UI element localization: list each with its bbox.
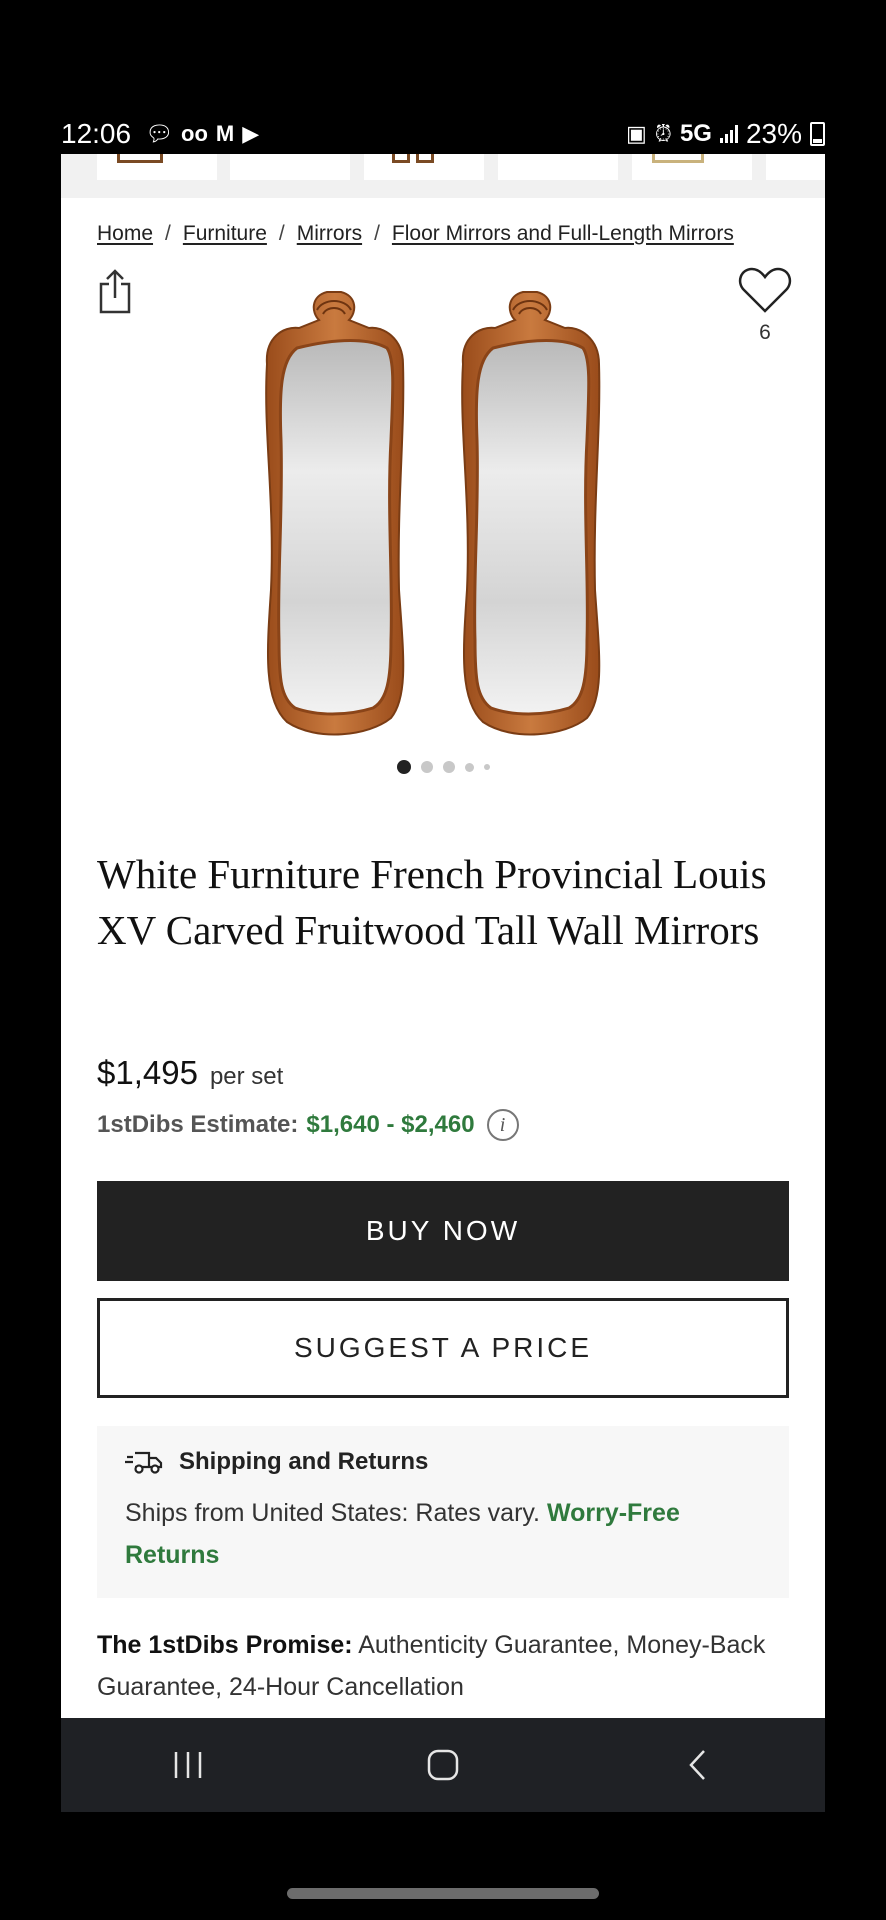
carousel-dots[interactable] — [61, 760, 825, 774]
thumbnail[interactable] — [766, 154, 825, 180]
breadcrumb: Home / Furniture / Mirrors / Floor Mirrors and… — [97, 222, 734, 245]
chat-notification-icon: 💬︎ — [145, 121, 174, 146]
breadcrumb-home[interactable]: Home — [97, 222, 153, 245]
home-button[interactable] — [413, 1735, 473, 1795]
thumbnail[interactable] — [364, 154, 484, 180]
thumbnail[interactable] — [632, 154, 752, 180]
carousel-dot[interactable] — [442, 761, 455, 773]
suggest-price-button[interactable]: SUGGEST A PRICE — [97, 1298, 789, 1398]
product-title: White Furniture French Provincial Louis … — [97, 851, 767, 953]
back-button[interactable] — [668, 1735, 728, 1795]
favorite-button[interactable]: 6 — [737, 266, 793, 345]
recent-apps-button[interactable] — [158, 1735, 218, 1795]
carousel-dot[interactable] — [464, 762, 474, 772]
alarm-icon: ⏰︎ — [654, 121, 672, 146]
gesture-bar[interactable] — [287, 1888, 599, 1899]
network-type: 5G — [679, 120, 712, 147]
status-right: ▣ ⏰︎ 5G 23% — [626, 118, 825, 150]
product-image-mirrors[interactable] — [257, 290, 637, 740]
youtube-icon: ▶︎ — [242, 121, 260, 146]
carousel-dot[interactable] — [483, 764, 490, 770]
mirror-right — [461, 291, 601, 736]
carousel-dot[interactable] — [396, 760, 411, 774]
shipping-card: Shipping and Returns Ships from United S… — [97, 1426, 789, 1598]
product-page: Home / Furniture / Mirrors / Floor Mirrors and… — [61, 154, 825, 1718]
mirror-left — [265, 291, 405, 736]
lock-battery-icon: ▣ — [625, 121, 647, 146]
price-row: $1,495 per set — [97, 1054, 283, 1092]
thumbnail[interactable] — [97, 154, 217, 180]
status-time: 12:06 — [61, 118, 132, 149]
status-bar: 12:06 💬︎ oo M ▶︎ ▣ ⏰︎ 5G 23% — [61, 112, 825, 156]
promise-text: The 1stDibs Promise: Authenticity Guaran… — [97, 1624, 789, 1708]
battery-percent: 23% — [745, 118, 802, 149]
info-icon[interactable]: i — [486, 1109, 519, 1141]
shipping-rates: Ships from United States: Rates vary. — [125, 1499, 540, 1527]
estimate-row: 1stDibs Estimate: $1,640 - $2,460 i — [97, 1109, 519, 1141]
price-unit: per set — [209, 1063, 284, 1090]
breadcrumb-mirrors[interactable]: Mirrors — [297, 222, 362, 245]
favorite-count: 6 — [759, 321, 771, 344]
shipping-title: Shipping and Returns — [179, 1448, 429, 1475]
breadcrumb-floor-mirrors[interactable]: Floor Mirrors and Full-Length Mirrors — [392, 222, 734, 245]
estimate-label: 1stDibs Estimate: — [97, 1111, 299, 1138]
heart-icon[interactable] — [738, 266, 792, 314]
shipping-header: Shipping and Returns — [125, 1448, 761, 1476]
gmail-icon: M — [215, 121, 235, 146]
product-price: $1,495 — [97, 1054, 198, 1091]
thumbnail[interactable] — [230, 154, 350, 180]
home-icon[interactable] — [426, 1748, 460, 1782]
thumbnail[interactable] — [498, 154, 618, 180]
thumbnail-strip[interactable] — [61, 154, 825, 198]
breadcrumb-furniture[interactable]: Furniture — [183, 222, 267, 245]
back-icon[interactable] — [686, 1748, 710, 1782]
shipping-text: Ships from United States: Rates vary. Wo… — [125, 1492, 761, 1576]
status-left: 12:06 💬︎ oo M ▶︎ — [61, 118, 259, 150]
recent-apps-icon[interactable] — [171, 1750, 205, 1780]
battery-icon — [810, 122, 825, 146]
buy-now-button[interactable]: BUY NOW — [97, 1181, 789, 1281]
voicemail-icon: oo — [181, 121, 208, 146]
estimate-range: $1,640 - $2,460 — [306, 1111, 475, 1138]
signal-icon — [719, 125, 738, 143]
system-nav-bar — [61, 1718, 825, 1812]
promise-label: The 1stDibs Promise: — [97, 1631, 353, 1659]
shipping-truck-icon — [125, 1451, 163, 1474]
carousel-dot[interactable] — [420, 761, 433, 773]
share-icon[interactable] — [97, 268, 133, 316]
